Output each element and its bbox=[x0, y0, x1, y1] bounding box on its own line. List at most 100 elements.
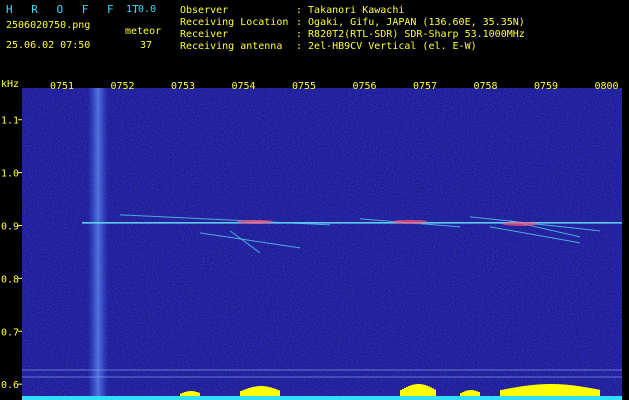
activity-bar bbox=[474, 390, 476, 396]
y-tick-label: 0.6 bbox=[1, 380, 19, 391]
spectrogram-plot: 1.1 1.0 0.9 0.8 0.7 0.6 0751 0752 0753 0754 0755 0… bbox=[1, 80, 622, 400]
activity-bar bbox=[550, 384, 552, 396]
activity-bar bbox=[478, 392, 480, 396]
activity-bar bbox=[588, 387, 590, 396]
activity-bar bbox=[190, 391, 192, 396]
activity-bar bbox=[188, 391, 190, 396]
activity-bar bbox=[242, 390, 244, 396]
meteor-highlight bbox=[502, 221, 538, 226]
x-tick-label: 0754 bbox=[231, 81, 255, 92]
activity-bar bbox=[258, 386, 260, 396]
meteor-highlight bbox=[392, 219, 428, 224]
meteor-count: 37 bbox=[140, 40, 153, 51]
y-tick-label: 0.9 bbox=[1, 221, 19, 232]
activity-bar bbox=[560, 384, 562, 396]
activity-bar bbox=[184, 392, 186, 396]
datetime: 25.06.02 07:50 bbox=[6, 40, 91, 51]
activity-bar bbox=[508, 388, 510, 396]
activity-bar bbox=[518, 386, 520, 396]
activity-bar bbox=[586, 387, 588, 396]
activity-bar bbox=[520, 386, 522, 396]
activity-bar bbox=[248, 388, 250, 396]
location-value: : Ogaki, Gifu, JAPAN (136.60E, 35.35N) bbox=[296, 17, 525, 28]
activity-bar bbox=[580, 386, 582, 396]
y-axis-label: kHz bbox=[1, 80, 19, 90]
activity-bar bbox=[574, 385, 576, 396]
activity-bar bbox=[548, 384, 550, 396]
activity-bar bbox=[598, 389, 600, 396]
activity-bar bbox=[264, 386, 266, 396]
activity-bar bbox=[464, 391, 466, 396]
y-tick-label: 1.1 bbox=[1, 116, 19, 127]
meteor-label: meteor bbox=[125, 26, 162, 37]
x-tick-label: 0752 bbox=[110, 81, 134, 92]
activity-bar bbox=[408, 386, 410, 396]
y-tick-label: 0.8 bbox=[1, 274, 19, 285]
activity-bar bbox=[594, 388, 596, 396]
activity-bar bbox=[544, 384, 546, 396]
activity-bar bbox=[246, 388, 248, 396]
activity-bar bbox=[472, 390, 474, 396]
activity-bar bbox=[546, 384, 548, 396]
activity-bar bbox=[514, 387, 516, 396]
y-tick-label: 1.0 bbox=[1, 169, 19, 180]
activity-bar bbox=[426, 385, 428, 396]
activity-bar bbox=[424, 384, 426, 396]
receiver-value: : R820T2(RTL-SDR) SDR-Sharp 53.1000MHz bbox=[296, 29, 525, 40]
activity-bar bbox=[582, 386, 584, 396]
noise-texture bbox=[22, 88, 622, 400]
activity-bar bbox=[252, 386, 254, 396]
activity-bar bbox=[278, 390, 280, 396]
receiver-label: Receiver bbox=[180, 29, 229, 40]
y-axis: 1.1 1.0 0.9 0.8 0.7 0.6 bbox=[1, 116, 22, 391]
app-version: 1.0.0 bbox=[126, 4, 157, 15]
activity-bar bbox=[274, 388, 276, 396]
activity-bar bbox=[532, 384, 534, 396]
activity-bar bbox=[416, 384, 418, 396]
meteor-highlight bbox=[237, 219, 273, 224]
activity-bar bbox=[538, 384, 540, 396]
activity-bar bbox=[516, 387, 518, 396]
x-tick-label: 0800 bbox=[594, 81, 618, 92]
activity-bar bbox=[404, 387, 406, 396]
activity-bar bbox=[526, 385, 528, 396]
observer-value: : Takanori Kawachi bbox=[296, 5, 405, 16]
activity-bar bbox=[434, 389, 436, 396]
activity-baseline bbox=[22, 396, 622, 400]
activity-bar bbox=[570, 385, 572, 396]
activity-bar bbox=[540, 384, 542, 396]
activity-bar bbox=[198, 392, 200, 396]
activity-bar bbox=[244, 389, 246, 396]
activity-bar bbox=[500, 390, 502, 396]
x-tick-label: 0758 bbox=[473, 81, 497, 92]
activity-bar bbox=[592, 388, 594, 396]
activity-bar bbox=[524, 385, 526, 396]
activity-bar bbox=[402, 388, 404, 396]
activity-bar bbox=[254, 386, 256, 396]
activity-bar bbox=[192, 391, 194, 396]
activity-bar bbox=[552, 384, 554, 396]
x-tick-label: 0757 bbox=[413, 81, 437, 92]
activity-bar bbox=[502, 389, 504, 396]
x-tick-label: 0756 bbox=[352, 81, 376, 92]
activity-bar bbox=[240, 391, 242, 396]
antenna-value: : 2el-HB9CV Vertical (el. E-W) bbox=[296, 41, 477, 52]
x-tick-label: 0759 bbox=[534, 81, 558, 92]
activity-bar bbox=[556, 384, 558, 396]
activity-bar bbox=[270, 387, 272, 396]
activity-bar bbox=[266, 386, 268, 396]
activity-bar bbox=[460, 393, 462, 396]
activity-bar bbox=[504, 389, 506, 396]
activity-bar bbox=[566, 384, 568, 396]
activity-bar bbox=[182, 392, 184, 396]
activity-bar bbox=[572, 385, 574, 396]
activity-bar bbox=[542, 384, 544, 396]
app-logo: H R O F F T bbox=[6, 3, 145, 16]
activity-bar bbox=[428, 386, 430, 396]
activity-bar bbox=[412, 384, 414, 396]
activity-bar bbox=[466, 390, 468, 396]
activity-bar bbox=[468, 390, 470, 396]
activity-bar bbox=[272, 388, 274, 396]
activity-bar bbox=[596, 389, 598, 396]
activity-bar bbox=[522, 386, 524, 396]
